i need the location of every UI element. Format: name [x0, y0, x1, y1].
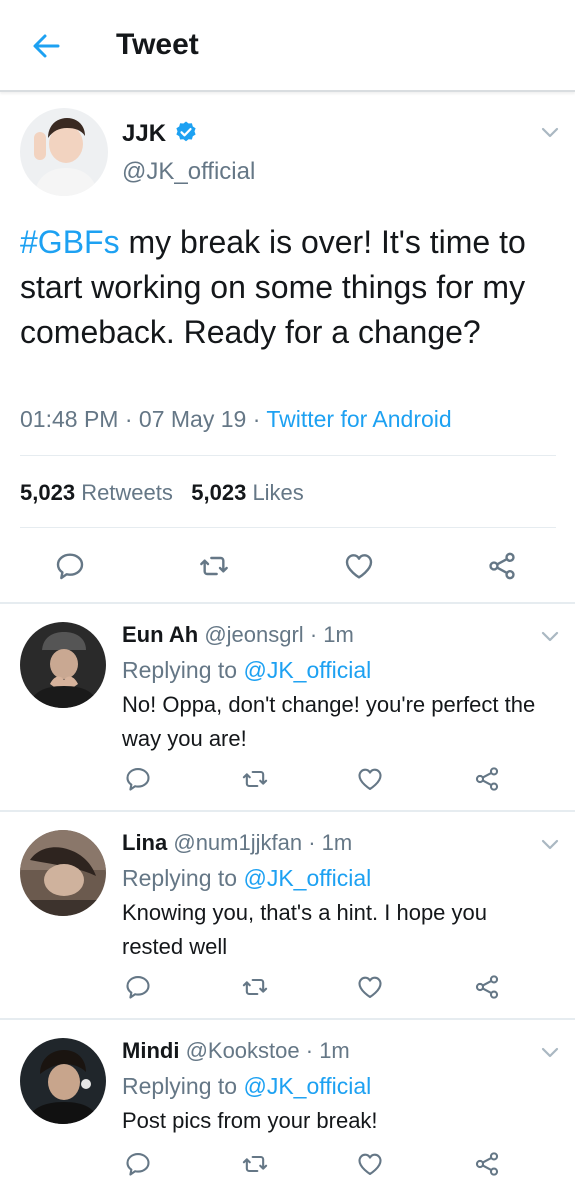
arrow-left-icon[interactable] [28, 28, 64, 64]
tweet-source[interactable]: Twitter for Android [266, 406, 451, 432]
share-icon[interactable] [473, 765, 501, 793]
chevron-down-icon[interactable] [540, 1046, 560, 1060]
reply-age: 1m [319, 1038, 350, 1063]
retweets-label[interactable]: Retweets [81, 480, 173, 505]
engagement-counts: 5,023 Retweets 5,023 Likes [20, 480, 304, 506]
avatar[interactable] [20, 622, 106, 708]
retweet-icon[interactable] [198, 550, 230, 582]
reply-text: Post pics from your break! [122, 1108, 378, 1133]
like-icon[interactable] [356, 1150, 384, 1178]
reply-age: 1m [323, 622, 354, 647]
replying-to-link[interactable]: @JK_official [243, 1073, 371, 1099]
reply-header: Eun Ah @jeonsgrl · 1m [122, 622, 354, 647]
replying-to-link[interactable]: @JK_official [243, 657, 371, 683]
replying-to: Replying to @JK_official [122, 657, 371, 684]
reply-icon[interactable] [124, 973, 152, 1001]
tweet-meta: 01:48 PM · 07 May 19 · Twitter for Andro… [20, 406, 452, 432]
reply-author-handle[interactable]: @Kookstoe [186, 1038, 300, 1063]
retweet-icon[interactable] [241, 1150, 269, 1178]
reply-author-name[interactable]: Eun Ah [122, 622, 198, 647]
replying-prefix: Replying to [122, 657, 238, 683]
page-title: Tweet [116, 28, 199, 61]
reply-icon[interactable] [124, 765, 152, 793]
like-icon[interactable] [356, 765, 384, 793]
avatar[interactable] [20, 830, 106, 916]
likes-label[interactable]: Likes [252, 480, 303, 505]
verified-badge-icon [176, 121, 196, 142]
reply-text: Knowing you, that's a hint. I hope you r… [122, 900, 487, 959]
reply-icon[interactable] [54, 550, 86, 582]
retweets-count[interactable]: 5,023 [20, 480, 75, 505]
divider [20, 455, 556, 456]
retweet-icon[interactable] [241, 973, 269, 1001]
chevron-down-icon[interactable] [540, 630, 560, 644]
author-name[interactable]: JJK [122, 120, 166, 148]
tweet-time: 01:48 PM [20, 406, 119, 432]
chevron-down-icon[interactable] [540, 126, 560, 140]
replying-prefix: Replying to [122, 865, 238, 891]
top-bar: Tweet [0, 0, 575, 92]
replying-to: Replying to @JK_official [122, 865, 371, 892]
reply-header: Lina @num1jjkfan · 1m [122, 830, 353, 855]
author-handle[interactable]: @JK_official [122, 158, 255, 186]
share-icon[interactable] [473, 1150, 501, 1178]
share-icon[interactable] [486, 550, 518, 582]
hashtag-link[interactable]: #GBFs [20, 224, 120, 260]
reply-icon[interactable] [124, 1150, 152, 1178]
replying-to: Replying to @JK_official [122, 1073, 371, 1100]
reply-age: 1m [321, 830, 353, 855]
reply-author-handle[interactable]: @num1jjkfan [173, 830, 302, 855]
replying-prefix: Replying to [122, 1073, 238, 1099]
like-icon[interactable] [356, 973, 384, 1001]
reply-author-name[interactable]: Mindi [122, 1038, 179, 1063]
like-icon[interactable] [343, 550, 375, 582]
retweet-icon[interactable] [241, 765, 269, 793]
replying-to-link[interactable]: @JK_official [243, 865, 371, 891]
tweet-text: #GBFs my break is over! It's time to sta… [20, 220, 560, 355]
share-icon[interactable] [473, 973, 501, 1001]
avatar[interactable] [20, 108, 108, 196]
avatar[interactable] [20, 1038, 106, 1124]
chevron-down-icon[interactable] [540, 838, 560, 852]
reply-author-handle[interactable]: @jeonsgrl [204, 622, 303, 647]
reply-author-name[interactable]: Lina [122, 830, 167, 855]
reply-text: No! Oppa, don't change! you're perfect t… [122, 692, 536, 751]
divider [20, 527, 556, 528]
likes-count[interactable]: 5,023 [191, 480, 246, 505]
reply-header: Mindi @Kookstoe · 1m [122, 1038, 350, 1063]
tweet-date: 07 May 19 [138, 406, 247, 432]
